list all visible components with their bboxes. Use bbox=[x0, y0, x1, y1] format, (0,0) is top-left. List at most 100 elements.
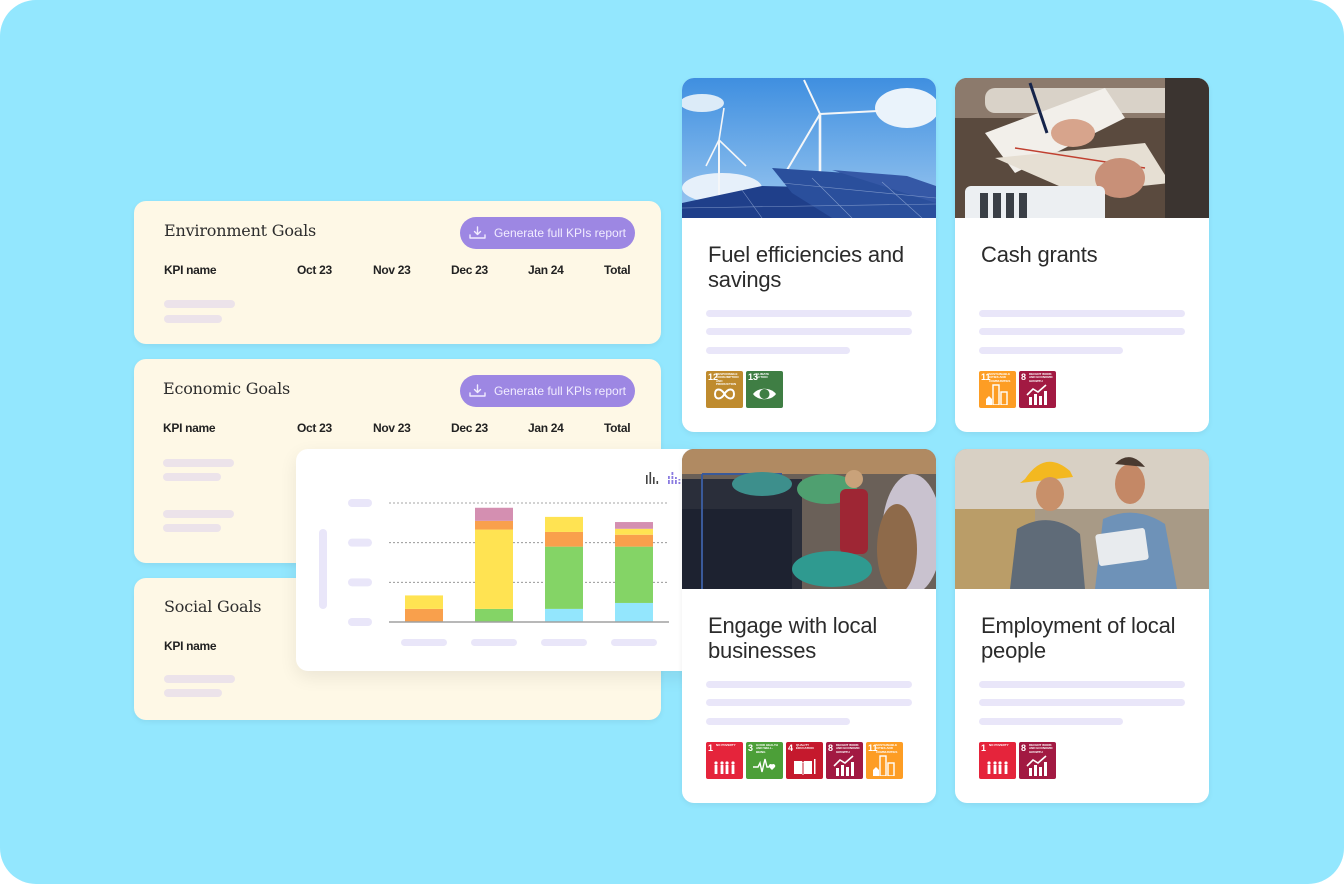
sdg-8-badge: 8 Decent work and economic growth bbox=[1019, 371, 1056, 408]
bar-segment-green bbox=[545, 546, 583, 609]
sdg-1-badge: 1 No poverty bbox=[706, 742, 743, 779]
project-title: Cash grants bbox=[981, 242, 1098, 267]
bar-segment-pink bbox=[475, 507, 513, 521]
bar-segment-blue bbox=[615, 602, 653, 622]
skeleton-line bbox=[979, 347, 1123, 354]
bar-segment-yellow-top bbox=[615, 528, 653, 535]
column-header-dec-23: Dec 23 bbox=[451, 263, 488, 277]
skeleton-line bbox=[706, 310, 912, 317]
bar-segment-green bbox=[615, 546, 653, 603]
sdg-11-badge: 11 Sustainable cities and communities bbox=[979, 371, 1016, 408]
stacked-bar-chart bbox=[319, 499, 669, 646]
sdg-badges: 1 No poverty 8 Decent work and economic gr… bbox=[979, 742, 1056, 779]
skeleton-line bbox=[706, 328, 912, 335]
project-title: Engage with local businesses bbox=[708, 613, 878, 663]
skeleton-line bbox=[163, 510, 234, 518]
stacked-bar-chart-icon[interactable] bbox=[667, 471, 681, 489]
y-axis-label-placeholder bbox=[319, 529, 327, 609]
skeleton-line bbox=[979, 328, 1185, 335]
panel-title: Environment Goals bbox=[164, 221, 317, 240]
sdg-1-badge: 1 No poverty bbox=[979, 742, 1016, 779]
bar-segment-yellow bbox=[475, 529, 513, 609]
growth-chart-icon bbox=[833, 755, 854, 776]
skeleton-line bbox=[706, 699, 912, 706]
workers-with-tablet-photo bbox=[955, 449, 1209, 589]
chart-type-toggle bbox=[645, 471, 681, 489]
project-card-employment-local-people[interactable]: Employment of local people 1 No poverty 8… bbox=[955, 449, 1209, 803]
skeleton-line bbox=[163, 459, 234, 467]
skeleton-line bbox=[164, 689, 222, 697]
family-icon bbox=[987, 761, 1008, 774]
download-icon bbox=[469, 226, 486, 239]
y-tick-label-placeholder bbox=[348, 578, 372, 587]
skeleton-line bbox=[979, 681, 1185, 688]
skeleton-line bbox=[979, 310, 1185, 317]
skeleton-line bbox=[164, 300, 235, 308]
y-tick-label-placeholder bbox=[348, 538, 372, 547]
skeleton-line bbox=[706, 681, 912, 688]
skeleton-line bbox=[979, 699, 1185, 706]
x-tick-label-placeholder bbox=[611, 639, 657, 646]
generate-report-button[interactable]: Generate full KPIs report bbox=[460, 217, 635, 249]
city-icon bbox=[986, 384, 1008, 405]
x-tick-label-placeholder bbox=[541, 639, 587, 646]
download-icon bbox=[469, 384, 486, 397]
y-tick-label-placeholder bbox=[348, 499, 372, 507]
sdg-11-badge: 11 Sustainable cities and communities bbox=[866, 742, 903, 779]
project-title: Employment of local people bbox=[981, 613, 1176, 663]
environment-goals-panel: Environment Goals Generate full KPIs rep… bbox=[134, 201, 661, 344]
sdg-4-badge: 4 Quality education bbox=[786, 742, 823, 779]
button-label: Generate full KPIs report bbox=[493, 226, 627, 240]
column-header-nov-23: Nov 23 bbox=[373, 421, 411, 435]
skeleton-line bbox=[163, 524, 221, 532]
bar-segment-orange bbox=[545, 531, 583, 547]
growth-chart-icon bbox=[1026, 755, 1047, 776]
x-tick-label-placeholder bbox=[401, 639, 447, 646]
project-card-engage-local-businesses[interactable]: Engage with local businesses 1 No poverty… bbox=[682, 449, 936, 803]
skeleton-line bbox=[163, 473, 221, 481]
column-header-oct-23: Oct 23 bbox=[297, 263, 332, 277]
column-header-jan-24: Jan 24 bbox=[528, 421, 564, 435]
skeleton-line bbox=[706, 347, 850, 354]
button-label: Generate full KPIs report bbox=[493, 384, 627, 398]
project-title: Fuel efficiencies and savings bbox=[708, 242, 904, 292]
sdg-8-badge: 8 Decent work and economic growth bbox=[1019, 742, 1056, 779]
skeleton-line bbox=[164, 315, 222, 323]
sdg-3-badge: 3 Good health and well-being bbox=[746, 742, 783, 779]
sdg-13-badge: 13 Climate action bbox=[746, 371, 783, 408]
skeleton-line bbox=[979, 718, 1123, 725]
city-icon bbox=[873, 755, 895, 776]
bar-chart-icon[interactable] bbox=[645, 471, 659, 489]
sdg-badges: 11 Sustainable cities and communities 8 De… bbox=[979, 371, 1056, 408]
project-card-cash-grants[interactable]: Cash grants 11 Sustainable cities and com… bbox=[955, 78, 1209, 432]
bar-segment-blue bbox=[545, 608, 583, 622]
sdg-12-badge: 12 Responsible consumption and production bbox=[706, 371, 743, 408]
project-card-fuel-efficiencies[interactable]: Fuel efficiencies and savings 12 Responsi… bbox=[682, 78, 936, 432]
panel-title: Economic Goals bbox=[163, 379, 291, 398]
skeleton-line bbox=[706, 718, 850, 725]
column-header-oct-23: Oct 23 bbox=[297, 421, 332, 435]
bar-segment-orange bbox=[475, 520, 513, 530]
column-header-kpi-name: KPI name bbox=[163, 421, 216, 435]
sdg-badges: 12 Responsible consumption and production… bbox=[706, 371, 783, 408]
bar-segment-yellow-top bbox=[545, 516, 583, 532]
sdg-8-badge: 8 Decent work and economic growth bbox=[826, 742, 863, 779]
sdg-badges: 1 No poverty 3 Good health and well-being … bbox=[706, 742, 903, 779]
bar-segment-orange-low bbox=[405, 608, 443, 622]
column-header-kpi-name: KPI name bbox=[164, 639, 217, 653]
column-header-total: Total bbox=[604, 421, 631, 435]
clothing-warehouse-workers-photo bbox=[682, 449, 936, 589]
x-tick-label-placeholder bbox=[471, 639, 517, 646]
heartbeat-icon bbox=[753, 758, 776, 773]
column-header-jan-24: Jan 24 bbox=[528, 263, 564, 277]
column-header-total: Total bbox=[604, 263, 631, 277]
wind-turbines-solar-panels-photo bbox=[682, 78, 936, 218]
column-header-nov-23: Nov 23 bbox=[373, 263, 411, 277]
generate-report-button[interactable]: Generate full KPIs report bbox=[460, 375, 635, 407]
bar-segment-orange bbox=[615, 534, 653, 547]
chart-card bbox=[296, 449, 699, 671]
column-header-dec-23: Dec 23 bbox=[451, 421, 488, 435]
y-tick-label-placeholder bbox=[348, 618, 372, 626]
growth-chart-icon bbox=[1026, 384, 1047, 405]
skeleton-line bbox=[164, 675, 235, 683]
